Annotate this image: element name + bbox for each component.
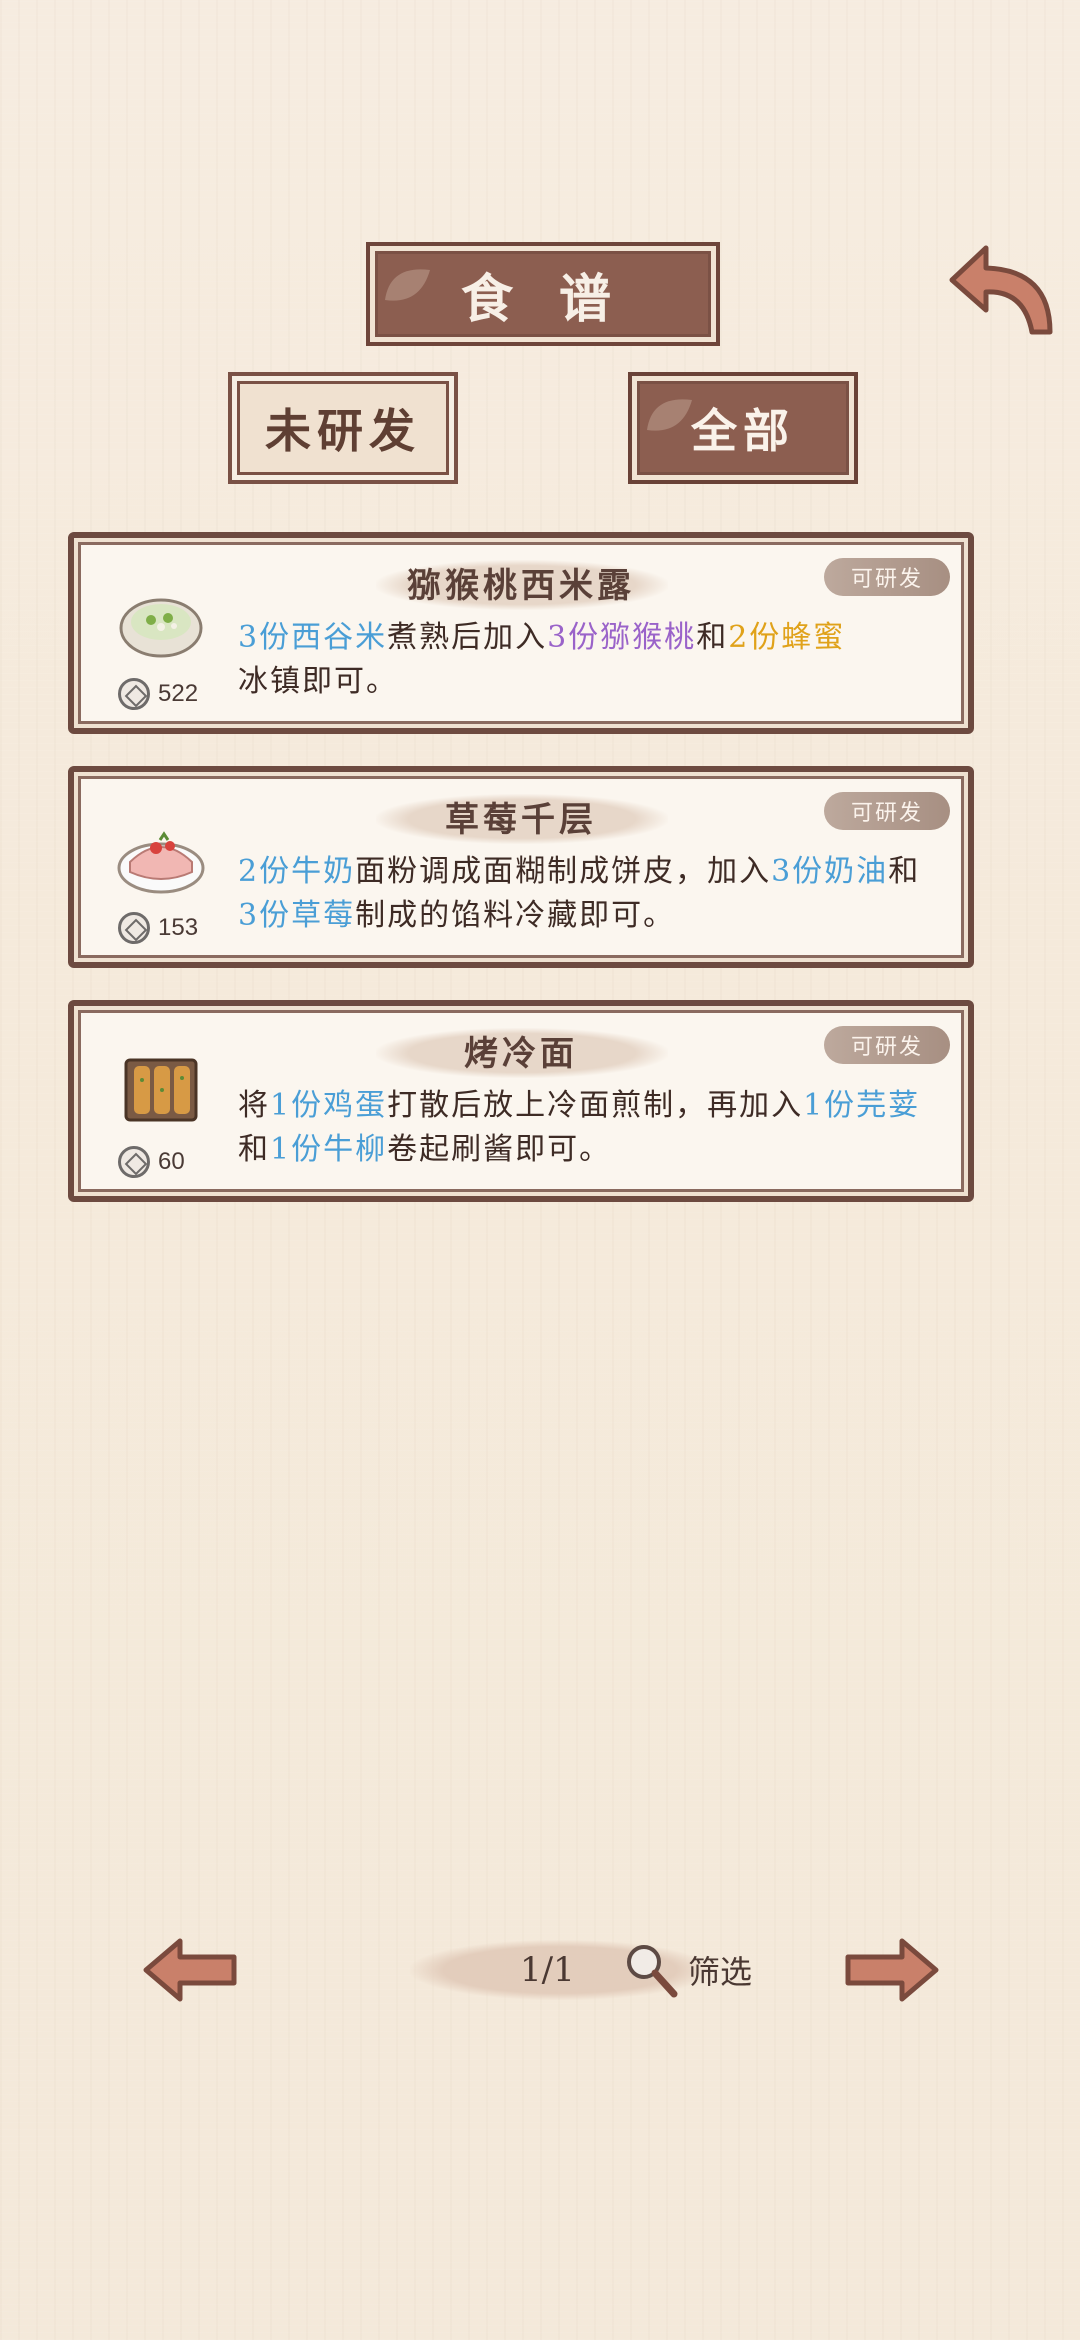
cost-value: 153 <box>158 914 199 941</box>
kiwi-sago-dish-icon <box>119 598 203 658</box>
ingredient: 3份奶油 <box>771 854 889 889</box>
status-badge: 可研发 <box>824 558 950 596</box>
cost-value: 522 <box>158 680 199 707</box>
recipe-description: 3份西谷米煮熟后加入3份猕猴桃和2份蜂蜜冰镇即可。 <box>238 616 938 704</box>
desc-text: 打散后放上冷面煎制，再加入 <box>387 1088 804 1123</box>
status-badge: 可研发 <box>824 792 950 830</box>
recipe-description: 将1份鸡蛋打散后放上冷面煎制，再加入1份芫荽和1份牛柳卷起刷酱即可。 <box>238 1084 938 1172</box>
desc-text: 煮熟后加入 <box>387 620 548 655</box>
ingredient: 1份牛柳 <box>270 1132 388 1167</box>
desc-text: 和 <box>696 620 729 655</box>
right-arrow-icon[interactable] <box>842 1935 942 2005</box>
tab-undeveloped-label: 未研发 <box>265 404 421 458</box>
recipe-card[interactable]: 烤冷面 可研发 60 将1份鸡蛋打散后放上冷面煎制，再加入1份芫荽和1份牛柳卷起… <box>68 1000 974 1202</box>
coin-icon <box>118 678 150 710</box>
cost: 153 <box>118 912 198 944</box>
left-arrow-icon[interactable] <box>140 1935 240 2005</box>
back-arrow-icon[interactable] <box>946 240 1056 340</box>
tab-all[interactable]: 全部 <box>628 372 858 484</box>
desc-text: 卷起刷酱即可。 <box>387 1132 612 1167</box>
page-title-label: 食 谱 <box>460 268 626 330</box>
page-title: 食 谱 <box>366 242 720 346</box>
coin-icon <box>118 1146 150 1178</box>
desc-text: 制成的馅料冷藏即可。 <box>355 898 676 933</box>
status-badge: 可研发 <box>824 1026 950 1064</box>
leaf-decoration-icon <box>647 399 692 431</box>
ingredient: 1份鸡蛋 <box>270 1088 388 1123</box>
leaf-decoration-icon <box>385 269 430 301</box>
ingredient: 3份猕猴桃 <box>547 620 697 655</box>
recipe-card[interactable]: 草莓千层 可研发 153 2份牛奶面粉调成面糊制成饼皮，加入3份奶油和3份草莓制… <box>68 766 974 968</box>
coin-icon <box>118 912 150 944</box>
ingredient: 3份西谷米 <box>238 620 388 655</box>
cost: 60 <box>118 1146 185 1178</box>
ingredient: 3份草莓 <box>238 898 356 933</box>
recipe-card[interactable]: 猕猴桃西米露 可研发 522 3份西谷米煮熟后加入3份猕猴桃和2份蜂蜜 冰镇即可。 <box>68 532 974 734</box>
desc-text: 冰镇即可。 <box>238 664 398 699</box>
ingredient: 2份牛奶 <box>238 854 356 889</box>
ingredient: 2份蜂蜜 <box>728 620 846 655</box>
cost: 522 <box>118 678 198 710</box>
desc-text: 和 <box>238 1132 270 1167</box>
cost-value: 60 <box>158 1148 185 1175</box>
desc-text: 将 <box>238 1088 270 1123</box>
recipe-description: 2份牛奶面粉调成面糊制成饼皮，加入3份奶油和 3份草莓制成的馅料冷藏即可。 <box>238 850 938 938</box>
tab-all-label: 全部 <box>691 404 795 458</box>
grilled-cold-noodle-icon <box>124 1058 198 1122</box>
filter-button[interactable]: 筛选 <box>620 1940 752 2000</box>
desc-text: 面粉调成面糊制成饼皮，加入 <box>355 854 772 889</box>
page-indicator: 1/1 <box>520 1950 575 1990</box>
tab-undeveloped[interactable]: 未研发 <box>228 372 458 484</box>
magnifier-icon <box>627 1945 678 1998</box>
strawberry-cake-icon <box>117 831 205 894</box>
desc-text: 和 <box>888 854 921 889</box>
filter-label: 筛选 <box>688 1953 753 1991</box>
ingredient: 1份芫荽 <box>803 1088 921 1123</box>
